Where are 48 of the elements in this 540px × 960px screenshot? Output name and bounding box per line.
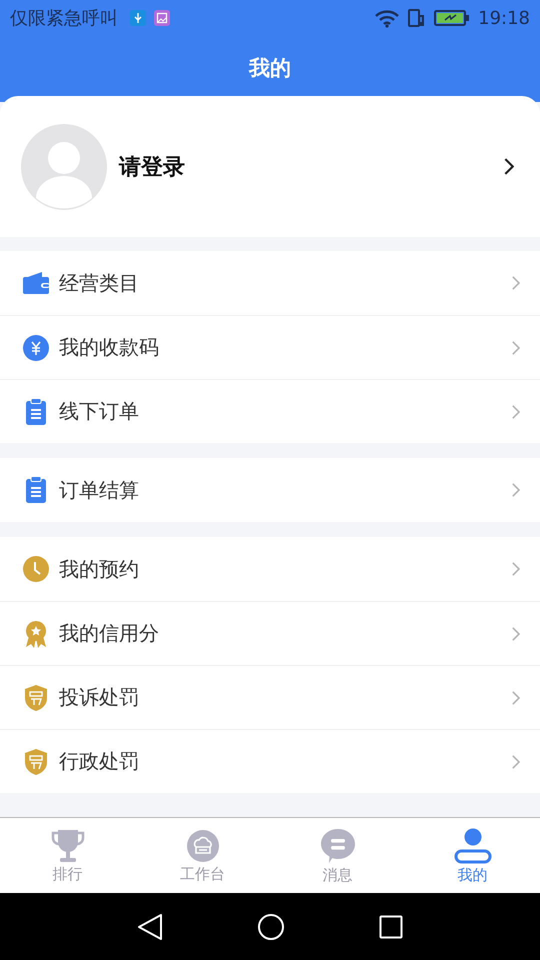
- sim-alert-icon: [408, 8, 426, 28]
- wifi-icon: [374, 8, 400, 28]
- menu-label: 经营类目: [59, 270, 140, 296]
- menu-item[interactable]: 我的预约: [0, 537, 540, 601]
- menu-label: 订单结算: [59, 476, 140, 504]
- chat-bubble-icon: [320, 828, 356, 864]
- menu-label: 投诉处罚: [59, 684, 140, 711]
- image-icon: [154, 10, 170, 26]
- menu-item[interactable]: 订单结算: [0, 458, 540, 522]
- menu-item[interactable]: 行政处罚: [0, 729, 540, 793]
- clock-icon: [22, 556, 50, 582]
- menu-item[interactable]: 经营类目: [0, 251, 540, 315]
- login-prompt: 请登录: [119, 154, 186, 182]
- shield-icon: [22, 748, 50, 776]
- chevron-right-icon: [511, 561, 520, 577]
- profile-row[interactable]: 请登录: [0, 96, 540, 237]
- back-icon[interactable]: [137, 912, 163, 940]
- trophy-icon: [50, 829, 86, 863]
- chevron-right-icon: [511, 275, 520, 291]
- chevron-right-icon: [511, 404, 520, 420]
- usb-icon: [130, 10, 146, 26]
- clock-text: 19:18: [478, 8, 530, 28]
- menu-item[interactable]: 投诉处罚: [0, 665, 540, 729]
- wallet-icon: [22, 271, 50, 295]
- chevron-right-icon: [511, 340, 520, 356]
- menu-label: 我的信用分: [59, 620, 160, 647]
- workbench-icon: [186, 829, 220, 863]
- yuan-icon: [22, 334, 50, 360]
- recents-icon[interactable]: [379, 914, 403, 938]
- menu-item[interactable]: 我的信用分: [0, 601, 540, 665]
- chevron-right-icon: [503, 157, 514, 176]
- chevron-right-icon: [511, 754, 520, 770]
- menu-label: 我的预约: [59, 556, 140, 582]
- chevron-right-icon: [511, 690, 520, 706]
- home-icon[interactable]: [257, 912, 285, 940]
- shield-icon: [22, 684, 50, 712]
- battery-icon: [434, 9, 470, 27]
- chevron-right-icon: [511, 626, 520, 642]
- menu-item[interactable]: 我的收款码: [0, 315, 540, 379]
- menu-label: 线下订单: [59, 398, 140, 425]
- chevron-right-icon: [511, 482, 520, 498]
- menu-item[interactable]: 线下订单: [0, 379, 540, 443]
- menu-label: 行政处罚: [59, 748, 140, 775]
- carrier-text: 仅限紧急呼叫: [10, 7, 118, 30]
- menu-label: 我的收款码: [59, 334, 160, 361]
- person-icon: [454, 828, 492, 864]
- page-title: 我的: [249, 55, 291, 82]
- tab-item[interactable]: 我的: [405, 818, 540, 893]
